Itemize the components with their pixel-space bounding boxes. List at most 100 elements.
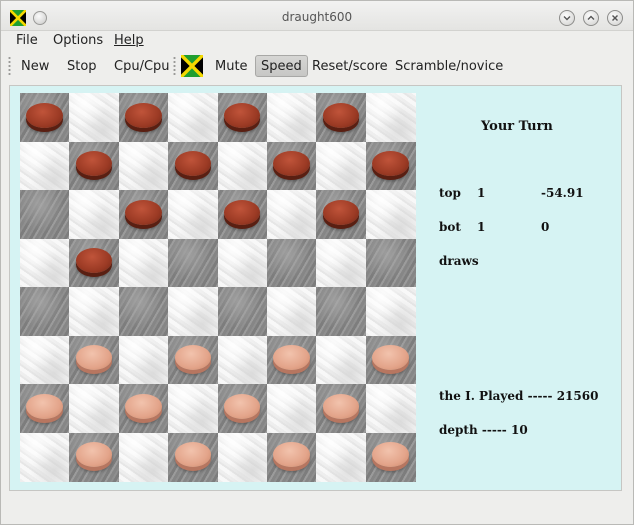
- board-square[interactable]: [316, 335, 367, 385]
- close-button[interactable]: [607, 10, 623, 26]
- chevron-up-icon: [587, 15, 595, 20]
- board-square[interactable]: [118, 141, 169, 191]
- played-value: 21560: [556, 389, 599, 403]
- menu-options[interactable]: Options: [53, 33, 103, 48]
- board-square[interactable]: [20, 432, 70, 482]
- board-square[interactable]: [20, 287, 70, 336]
- board-square[interactable]: [316, 287, 367, 336]
- toolbar-grip-handle[interactable]: [8, 56, 11, 76]
- board-square[interactable]: [168, 238, 219, 288]
- top-checker-piece[interactable]: [223, 102, 261, 128]
- bottom-checker-piece[interactable]: [273, 442, 310, 468]
- depth-separator: -----: [481, 423, 507, 437]
- board-square[interactable]: [118, 335, 169, 385]
- top-value: 1: [477, 186, 486, 200]
- top-label: top: [439, 186, 461, 200]
- menu-help-label: Help: [114, 33, 144, 48]
- board-square[interactable]: [20, 335, 70, 385]
- board-square[interactable]: [316, 238, 367, 288]
- board-square[interactable]: [266, 287, 317, 336]
- board-square[interactable]: [266, 190, 317, 239]
- board-square[interactable]: [168, 93, 219, 142]
- depth-value: 10: [510, 423, 528, 437]
- top-checker-piece[interactable]: [26, 102, 63, 128]
- board-square[interactable]: [118, 287, 169, 336]
- game-panel: Your Turn top 1 -54.91 bot 1 0 draws the…: [9, 85, 622, 491]
- depth-label: depth: [439, 423, 478, 437]
- bot-value: 1: [477, 220, 486, 234]
- top-checker-piece[interactable]: [223, 199, 261, 225]
- board-square[interactable]: [168, 287, 219, 336]
- top-checker-piece[interactable]: [125, 199, 162, 225]
- turn-indicator: Your Turn: [481, 119, 553, 134]
- minimize-button[interactable]: [559, 10, 575, 26]
- bottom-checker-piece[interactable]: [322, 393, 360, 419]
- menu-help[interactable]: Help: [114, 33, 144, 48]
- board-square[interactable]: [69, 384, 120, 433]
- board-square[interactable]: [365, 238, 416, 288]
- bottom-checker-piece[interactable]: [125, 393, 162, 419]
- close-icon: [612, 15, 618, 21]
- checkers-board[interactable]: [20, 93, 416, 482]
- top-checker-piece[interactable]: [273, 151, 310, 177]
- board-square[interactable]: [217, 335, 268, 385]
- bottom-checker-piece[interactable]: [26, 393, 63, 419]
- top-checker-piece[interactable]: [372, 151, 409, 177]
- bot-score: 0: [541, 220, 550, 234]
- bottom-checker-piece[interactable]: [372, 442, 409, 468]
- menu-file[interactable]: File: [16, 33, 38, 48]
- board-square[interactable]: [168, 190, 219, 239]
- menu-bar: File Options Help: [1, 31, 633, 51]
- draws-label: draws: [439, 254, 479, 268]
- toolbar-grip-handle-2[interactable]: [173, 56, 176, 76]
- board-square[interactable]: [365, 93, 416, 142]
- board-square[interactable]: [217, 141, 268, 191]
- board-square[interactable]: [69, 287, 120, 336]
- board-square[interactable]: [365, 287, 416, 336]
- mute-button[interactable]: Mute: [209, 55, 254, 77]
- top-checker-piece[interactable]: [322, 102, 360, 128]
- top-checker-piece[interactable]: [322, 199, 360, 225]
- board-square[interactable]: [20, 238, 70, 288]
- board-square[interactable]: [316, 141, 367, 191]
- board-square[interactable]: [20, 141, 70, 191]
- bottom-checker-piece[interactable]: [223, 393, 261, 419]
- board-square[interactable]: [266, 93, 317, 142]
- board-square[interactable]: [217, 432, 268, 482]
- cpu-cpu-button[interactable]: Cpu/Cpu: [108, 55, 176, 77]
- chevron-down-icon: [563, 16, 571, 21]
- board-square[interactable]: [69, 190, 120, 239]
- board-square[interactable]: [168, 384, 219, 433]
- toolbar: New Stop Cpu/Cpu Mute Speed Reset/score …: [1, 52, 633, 80]
- board-square[interactable]: [217, 238, 268, 288]
- speed-button[interactable]: Speed: [255, 55, 308, 77]
- board-square[interactable]: [217, 287, 268, 336]
- window-title: draught600: [281, 10, 353, 24]
- title-bar[interactable]: draught600: [1, 1, 633, 31]
- board-square[interactable]: [118, 432, 169, 482]
- top-score: -54.91: [541, 186, 584, 200]
- jamaica-flag-button-icon[interactable]: [181, 55, 203, 77]
- bot-label: bot: [439, 220, 461, 234]
- maximize-button[interactable]: [583, 10, 599, 26]
- depth-stat: depth ----- 10: [439, 423, 528, 437]
- played-separator: -----: [527, 389, 553, 403]
- board-square[interactable]: [118, 238, 169, 288]
- status-strip: [9, 493, 622, 513]
- reset-score-button[interactable]: Reset/score: [306, 55, 394, 77]
- top-checker-piece[interactable]: [125, 102, 162, 128]
- scramble-novice-button[interactable]: Scramble/novice: [389, 55, 509, 77]
- bottom-checker-piece[interactable]: [273, 345, 310, 371]
- played-label: the I. Played: [439, 389, 524, 403]
- board-square[interactable]: [365, 190, 416, 239]
- played-stat: the I. Played ----- 21560: [439, 389, 598, 403]
- board-square[interactable]: [365, 384, 416, 433]
- board-square[interactable]: [316, 432, 367, 482]
- board-square[interactable]: [69, 93, 120, 142]
- board-square[interactable]: [266, 384, 317, 433]
- stop-button[interactable]: Stop: [61, 55, 103, 77]
- new-button[interactable]: New: [15, 55, 55, 77]
- board-square[interactable]: [20, 190, 70, 239]
- board-square[interactable]: [266, 238, 317, 288]
- bottom-checker-piece[interactable]: [372, 345, 409, 371]
